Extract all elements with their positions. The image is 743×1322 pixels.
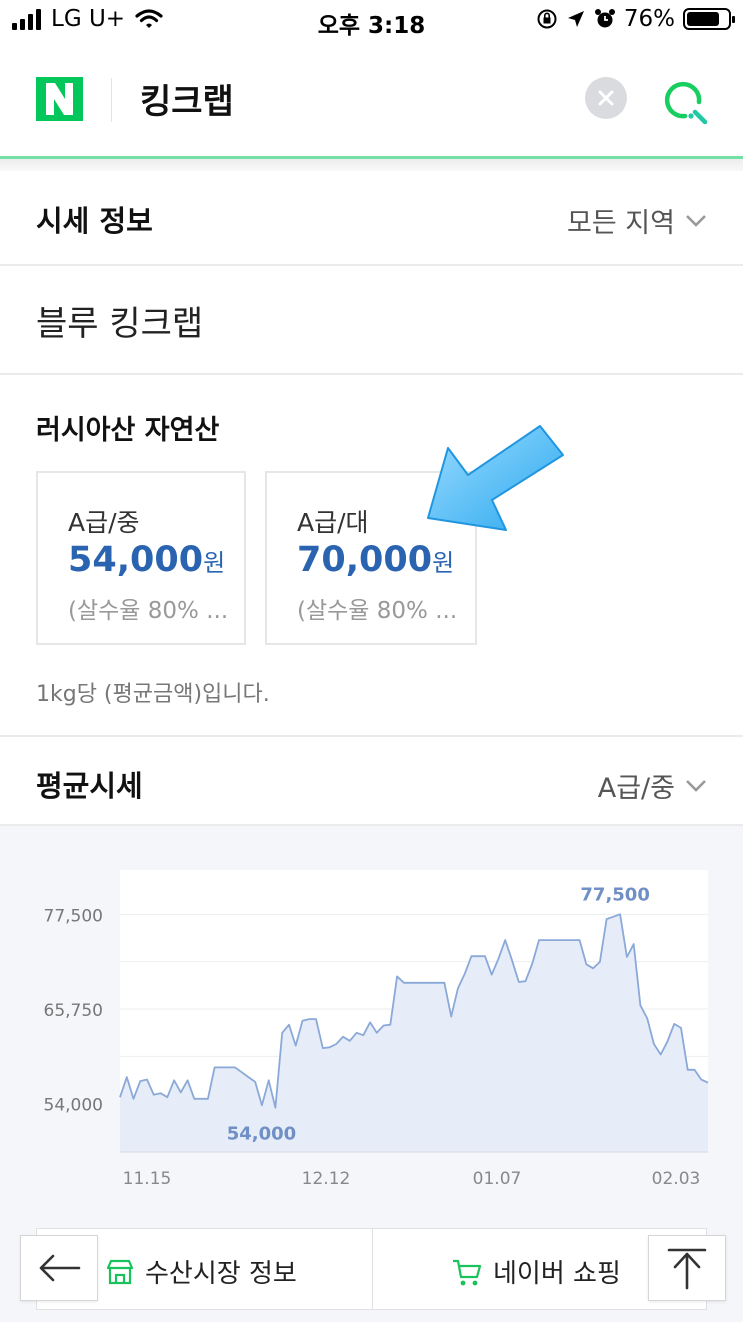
- market-info-button[interactable]: 수산시장 정보: [105, 1253, 297, 1290]
- arrow-up-icon: [667, 1248, 707, 1290]
- price-card-note: (살수율 80% ...: [68, 598, 229, 624]
- location-arrow-icon: [567, 11, 584, 27]
- divider: [0, 373, 743, 375]
- y-tick-label: 77,500: [44, 906, 103, 926]
- divider: [0, 735, 743, 737]
- x-tick-label: 11.15: [123, 1169, 172, 1189]
- orientation-lock-icon: [537, 9, 557, 29]
- chevron-down-icon: [686, 779, 706, 792]
- min-value-label: 54,000: [227, 1124, 296, 1145]
- toolbar-divider: [372, 1229, 373, 1309]
- close-icon: [598, 90, 614, 106]
- region-select-label: 모든 지역: [567, 208, 675, 239]
- arrow-left-icon: [39, 1254, 81, 1282]
- annotation-arrow-icon: [427, 425, 564, 531]
- price-card-note: (살수율 80% ...: [297, 598, 458, 624]
- status-bar: LG U+ 오후 3:18 76%: [0, 0, 743, 40]
- price-info-title: 시세 정보: [36, 204, 153, 238]
- average-price-title: 평균시세: [36, 769, 143, 803]
- x-tick-label: 12.12: [302, 1169, 351, 1189]
- price-card-unit: 원: [203, 549, 226, 577]
- price-card-grade: A급/중: [68, 508, 140, 537]
- price-card[interactable]: A급/중 54,000원 (살수율 80% ...: [36, 471, 246, 645]
- naver-shopping-button[interactable]: 네이버 쇼핑: [451, 1253, 621, 1290]
- alarm-icon: [594, 9, 615, 28]
- store-icon: [106, 1259, 134, 1284]
- unit-footnote: 1kg당 (평균금액)입니다.: [36, 682, 270, 707]
- origin-title: 러시아산 자연산: [36, 415, 220, 446]
- price-chart: 77,500 65,750 54,000 11.15 12.12 01.07 02.03 77…: [44, 870, 709, 1189]
- header-divider: [111, 78, 112, 122]
- price-card-value: 54,000원: [68, 540, 225, 580]
- market-info-label: 수산시장 정보: [145, 1259, 297, 1289]
- bottom-toolbar: 수산시장 정보 네이버 쇼핑: [36, 1228, 707, 1310]
- price-info-header: 시세 정보 모든 지역: [0, 171, 743, 264]
- search-header: 킹크랩: [0, 40, 743, 156]
- price-card-value: 70,000원: [297, 540, 454, 580]
- scroll-top-button[interactable]: [648, 1235, 726, 1301]
- naver-logo-icon[interactable]: [36, 77, 83, 121]
- back-button[interactable]: [20, 1235, 98, 1301]
- search-icon[interactable]: [658, 76, 712, 126]
- product-name: 블루 킹크랩: [36, 304, 204, 344]
- price-card-unit: 원: [432, 549, 455, 577]
- header-shadow: [0, 159, 743, 171]
- grade-select[interactable]: A급/중: [598, 766, 707, 805]
- price-card-grade: A급/대: [297, 508, 369, 537]
- price-card-amount: 54,000: [68, 540, 204, 580]
- y-tick-label: 54,000: [44, 1096, 103, 1116]
- battery-icon: [683, 8, 735, 30]
- x-tick-label: 01.07: [473, 1169, 522, 1189]
- product-row: 블루 킹크랩: [0, 266, 743, 373]
- region-select[interactable]: 모든 지역: [567, 201, 707, 240]
- y-tick-label: 65,750: [44, 1001, 103, 1021]
- naver-shopping-label: 네이버 쇼핑: [493, 1259, 621, 1289]
- clear-search-button[interactable]: [585, 77, 627, 119]
- search-query[interactable]: 킹크랩: [140, 74, 234, 123]
- max-value-label: 77,500: [580, 884, 649, 905]
- shopping-cart-icon: [453, 1259, 482, 1285]
- chevron-down-icon: [686, 214, 706, 227]
- price-card-amount: 70,000: [297, 540, 433, 580]
- battery-percent: 76%: [623, 6, 675, 32]
- grade-select-label: A급/중: [597, 773, 675, 804]
- x-tick-label: 02.03: [652, 1169, 701, 1189]
